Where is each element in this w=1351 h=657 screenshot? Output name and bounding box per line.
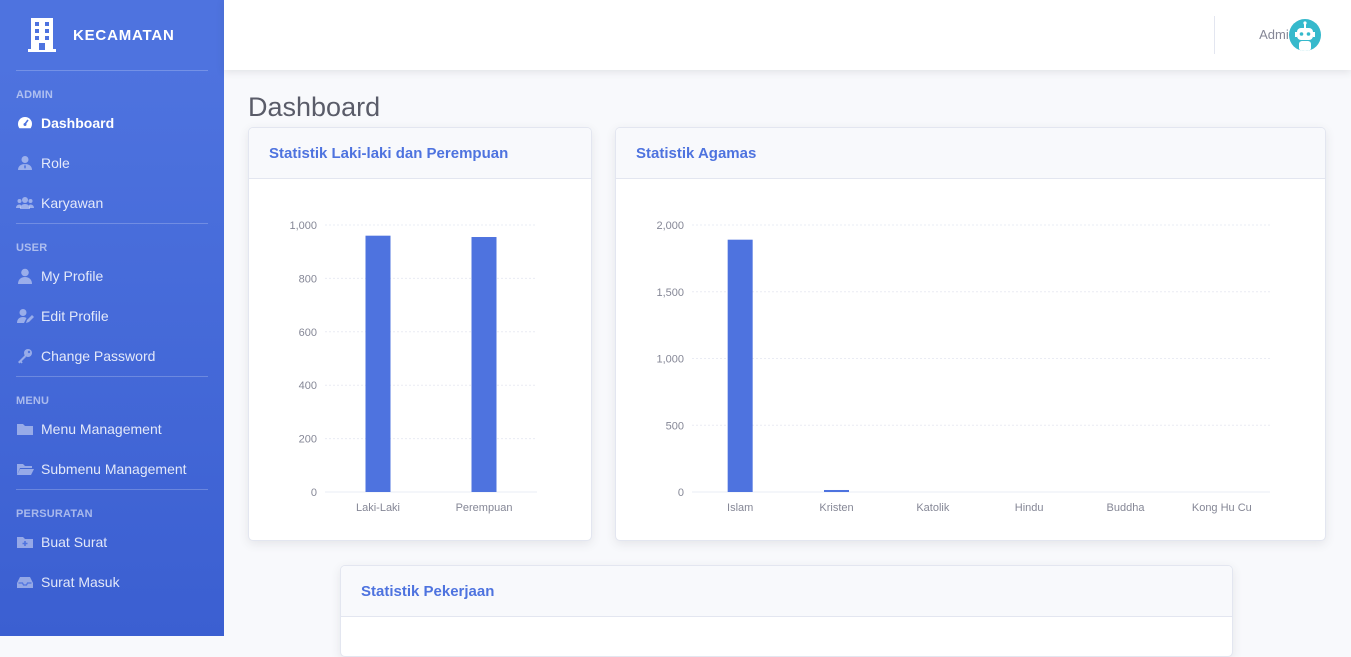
card-header: Statistik Pekerjaan [341,566,1232,617]
x-tick-label: Buddha [1107,502,1146,514]
sidebar-nav: ADMIN Dashboard Role Karyawan USER My Profile… [0,70,224,602]
sidebar: KECAMATAN ADMIN Dashboard Role Karyawan USER… [0,0,224,636]
card-header: Statistik Laki-laki dan Perempuan [249,128,591,179]
bar [727,239,753,492]
sidebar-item-karyawan[interactable]: Karyawan [0,183,224,223]
brand-name: KECAMATAN [73,26,175,44]
gender-bar-chart: 0 200 400 600 800 1,000 Laki-Laki Perempuan [289,220,537,514]
page-title: Dashboard [248,92,381,122]
user-edit-icon [17,309,34,323]
x-tick-label: Kong Hu Cu [1192,502,1252,514]
sidebar-heading: MENU [16,395,50,407]
religion-chart-card: Statistik Agamas 0 500 1,000 1,500 2,000 Isla… [615,127,1326,541]
y-tick-label: 1,000 [656,354,684,366]
x-tick-label: Laki-Laki [356,502,400,514]
y-tick-label: 500 [666,420,684,432]
sidebar-item-label: Submenu Management [41,461,187,477]
sidebar-brand[interactable]: KECAMATAN [0,0,224,70]
sidebar-item-my-profile[interactable]: My Profile [0,256,224,296]
topbar: Admin [224,0,1351,70]
folder-icon [17,424,33,435]
sidebar-item-label: Role [41,155,70,171]
sidebar-item-label: Menu Management [41,421,162,437]
bar [471,237,497,492]
robot-avatar-icon[interactable] [1289,19,1321,51]
sidebar-item-label: Change Password [41,348,156,364]
folder-open-icon [17,464,34,475]
users-icon [16,197,34,209]
y-tick-label: 0 [311,487,317,499]
sidebar-item-label: Edit Profile [41,308,109,324]
inbox-icon [17,577,33,588]
card-header: Statistik Agamas [616,128,1325,179]
card-title: Statistik Laki-laki dan Perempuan [269,144,509,162]
y-tick-label: 2,000 [656,220,684,232]
sidebar-item-label: My Profile [41,268,104,284]
x-tick-label: Islam [727,502,753,514]
job-chart-card: Statistik Pekerjaan [340,565,1233,657]
key-icon [18,349,32,364]
y-tick-label: 0 [678,487,684,499]
card-title: Statistik Pekerjaan [361,582,495,600]
sidebar-item-role[interactable]: Role [0,143,224,183]
gender-chart-card: Statistik Laki-laki dan Perempuan 0 200 40… [248,127,592,541]
tachometer-icon [18,117,32,129]
y-tick-label: 1,500 [656,287,684,299]
sidebar-item-surat-masuk[interactable]: Surat Masuk [0,562,224,602]
sidebar-item-label: Surat Masuk [41,574,120,590]
sidebar-heading: PERSURATAN [16,508,93,520]
y-tick-label: 600 [299,327,317,339]
user-icon [18,268,32,284]
topbar-divider [1214,16,1215,54]
x-tick-label: Katolik [916,502,950,514]
bar [824,489,849,492]
religion-bar-chart: 0 500 1,000 1,500 2,000 Islam Kristen Katolik Hi… [656,220,1270,514]
x-tick-label: Kristen [819,502,853,514]
y-tick-label: 1,000 [289,220,317,232]
folder-plus-icon [17,537,33,548]
sidebar-item-edit-profile[interactable]: Edit Profile [0,296,224,336]
sidebar-item-label: Dashboard [41,115,115,131]
card-title: Statistik Agamas [636,144,757,162]
sidebar-item-buat-surat[interactable]: Buat Surat [0,522,224,562]
sidebar-item-label: Buat Surat [41,534,108,550]
bar [365,235,391,492]
sidebar-heading: ADMIN [16,89,54,101]
sidebar-heading: USER [16,242,48,254]
y-tick-label: 400 [299,380,317,392]
sidebar-item-change-password[interactable]: Change Password [0,336,224,376]
y-tick-label: 800 [299,273,317,285]
user-tie-icon [18,156,32,170]
building-icon [28,18,56,52]
x-tick-label: Hindu [1015,502,1044,514]
sidebar-item-label: Karyawan [41,195,104,211]
sidebar-item-submenu-management[interactable]: Submenu Management [0,449,224,489]
sidebar-item-dashboard[interactable]: Dashboard [0,103,224,143]
sidebar-item-menu-management[interactable]: Menu Management [0,409,224,449]
y-tick-label: 200 [299,434,317,446]
x-tick-label: Perempuan [456,502,513,514]
